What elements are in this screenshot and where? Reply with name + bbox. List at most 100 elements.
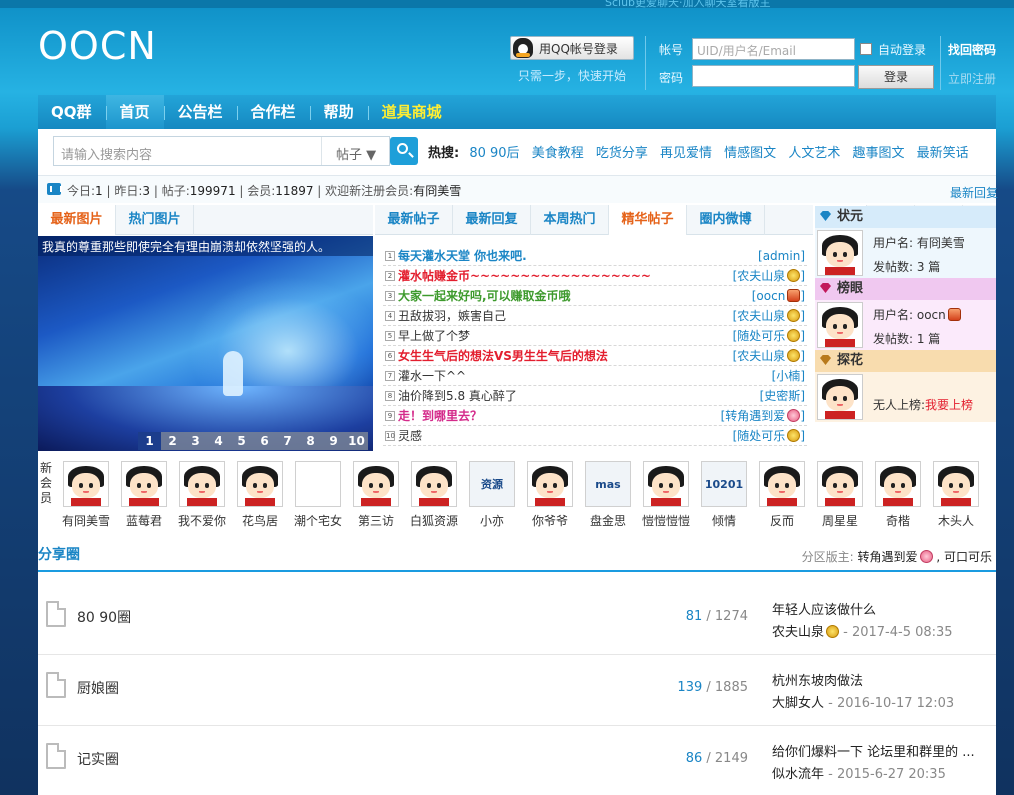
post-row[interactable]: 3 大家一起来好吗,可以赚取金币哦 [oocn] bbox=[383, 286, 807, 306]
post-row[interactable]: 1 每天灌水天堂 你也来吧. [admin] bbox=[383, 246, 807, 266]
forum-last-post[interactable]: 给你们爆料一下 论坛里和群里的 ... bbox=[772, 741, 975, 760]
member-name[interactable]: 小亦 bbox=[464, 512, 520, 529]
member-item[interactable]: 奇楷 bbox=[870, 461, 926, 529]
post-title[interactable]: 油价降到5.8 真心醉了 bbox=[398, 386, 517, 406]
tab-hot-images[interactable]: 热门图片 bbox=[116, 205, 194, 235]
author-name[interactable]: 农夫山泉 bbox=[737, 349, 785, 363]
member-name[interactable]: 白狐资源 bbox=[406, 512, 462, 529]
avatar[interactable] bbox=[817, 461, 863, 507]
moderator-link[interactable]: 转角遇到爱 bbox=[858, 550, 918, 564]
post-row[interactable]: 5 早上做了个梦 [随处可乐] bbox=[383, 326, 807, 346]
avatar[interactable] bbox=[353, 461, 399, 507]
post-author[interactable]: [oocn] bbox=[752, 286, 805, 306]
member-item[interactable]: 木头人 bbox=[928, 461, 984, 529]
post-title[interactable]: 大家一起来好吗,可以赚取金币哦 bbox=[398, 286, 571, 306]
member-name[interactable]: 第三访 bbox=[348, 512, 404, 529]
qq-login-button[interactable]: 用QQ帐号登录 bbox=[510, 36, 634, 60]
avatar[interactable] bbox=[759, 461, 805, 507]
slider-page-button[interactable]: 3 bbox=[184, 432, 207, 450]
member-item[interactable]: mas 盘金思 bbox=[580, 461, 636, 529]
hot-word[interactable]: 趣事图文 bbox=[852, 146, 904, 161]
member-item[interactable]: 愷愷愷愷 bbox=[638, 461, 694, 529]
author-name[interactable]: admin bbox=[763, 249, 801, 263]
member-name[interactable]: 有冏美雪 bbox=[58, 512, 114, 529]
post-author[interactable]: [随处可乐] bbox=[733, 326, 805, 346]
hot-word[interactable]: 人文艺术 bbox=[788, 146, 840, 161]
avatar[interactable] bbox=[179, 461, 225, 507]
avatar[interactable] bbox=[237, 461, 283, 507]
search-input[interactable]: 请输入搜索内容 bbox=[61, 144, 152, 163]
slider-page-button[interactable]: 6 bbox=[253, 432, 276, 450]
nav-item-shop[interactable]: 道具商城 bbox=[367, 95, 456, 129]
hot-word[interactable]: 再见爱情 bbox=[660, 146, 712, 161]
avatar[interactable] bbox=[817, 302, 863, 348]
post-title[interactable]: 丑敌拔羽，嫉害自己 bbox=[398, 306, 506, 326]
hot-word[interactable]: 情感图文 bbox=[724, 146, 776, 161]
nav-help[interactable]: 帮助 bbox=[309, 95, 368, 129]
post-title[interactable]: 走！到哪里去？ bbox=[398, 406, 482, 426]
hot-word[interactable]: 美食教程 bbox=[532, 146, 584, 161]
post-title[interactable]: 每天灌水天堂 你也来吧. bbox=[398, 246, 527, 266]
member-item[interactable]: 白狐资源 bbox=[406, 461, 462, 529]
author-name[interactable]: oocn bbox=[756, 289, 785, 303]
nav-cooperation[interactable]: 合作栏 bbox=[236, 95, 310, 129]
avatar[interactable] bbox=[817, 374, 863, 420]
auto-login-label[interactable]: 自动登录 bbox=[878, 41, 926, 58]
member-name[interactable]: 潮个宅女 bbox=[290, 512, 346, 529]
login-button[interactable]: 登录 bbox=[858, 65, 934, 89]
post-row[interactable]: 6 女生生气后的想法VS男生生气后的想法 [农夫山泉] bbox=[383, 346, 807, 366]
moderator-link[interactable]: , 可口可乐 bbox=[936, 550, 992, 564]
author-name[interactable]: 随处可乐 bbox=[737, 329, 785, 343]
post-title[interactable]: 灌水帖赚金币~~~~~~~~~~~~~~~~~~ bbox=[398, 266, 651, 286]
avatar[interactable] bbox=[817, 230, 863, 276]
member-name[interactable]: 木头人 bbox=[928, 512, 984, 529]
member-item[interactable]: 周星星 bbox=[812, 461, 868, 529]
search-type-select[interactable]: 帖子 ▼ bbox=[321, 137, 389, 165]
join-rank-link[interactable]: 我要上榜 bbox=[925, 398, 973, 412]
share-circle-title[interactable]: 分享圈 bbox=[38, 544, 80, 564]
slider-caption[interactable]: 我真的尊重那些即使完全有理由崩溃却依然坚强的人。 bbox=[38, 236, 373, 256]
last-user-name[interactable]: 大脚女人 bbox=[772, 696, 824, 711]
member-name[interactable]: 反而 bbox=[754, 512, 810, 529]
slider-page-button[interactable]: 4 bbox=[207, 432, 230, 450]
post-title[interactable]: 女生生气后的想法VS男生生气后的想法 bbox=[398, 346, 608, 366]
author-name[interactable]: 农夫山泉 bbox=[737, 309, 785, 323]
member-item[interactable]: 潮个宅女 bbox=[290, 461, 346, 529]
post-row[interactable]: 4 丑敌拔羽，嫉害自己 [农夫山泉] bbox=[383, 306, 807, 326]
avatar[interactable] bbox=[643, 461, 689, 507]
member-name[interactable]: 蓝莓君 bbox=[116, 512, 172, 529]
member-item[interactable]: 第三访 bbox=[348, 461, 404, 529]
password-input[interactable] bbox=[692, 65, 855, 87]
forum-name[interactable]: 80 90圈 bbox=[77, 607, 131, 627]
member-item[interactable]: 资源 小亦 bbox=[464, 461, 520, 529]
image-slider[interactable]: 我真的尊重那些即使完全有理由崩溃却依然坚强的人。 1 2 3 4 5 6 7 8 9 10 bbox=[38, 236, 373, 451]
member-name[interactable]: 盘金思 bbox=[580, 512, 636, 529]
slider-page-button[interactable]: 8 bbox=[299, 432, 322, 450]
find-password-link[interactable]: 找回密码 bbox=[948, 41, 996, 58]
slider-page-button[interactable]: 2 bbox=[161, 432, 184, 450]
member-avatar[interactable] bbox=[295, 461, 341, 507]
author-name[interactable]: 随处可乐 bbox=[737, 429, 785, 443]
forum-name[interactable]: 厨娘圈 bbox=[77, 678, 119, 698]
hot-word[interactable]: 吃货分享 bbox=[596, 146, 648, 161]
hot-word[interactable]: 80 90后 bbox=[469, 146, 519, 161]
newest-member-link[interactable]: 有冏美雪 bbox=[413, 184, 461, 198]
post-author[interactable]: [随处可乐] bbox=[733, 426, 805, 446]
post-author[interactable]: [admin] bbox=[758, 246, 805, 266]
post-author[interactable]: [农夫山泉] bbox=[733, 266, 805, 286]
tab-featured-posts[interactable]: 精华帖子 bbox=[609, 205, 687, 235]
hot-word[interactable]: 最新笑话 bbox=[917, 146, 969, 161]
latest-reply-link[interactable]: 最新回复 bbox=[950, 184, 998, 201]
register-link[interactable]: 立即注册 bbox=[948, 70, 996, 87]
last-user-name[interactable]: 似水流年 bbox=[772, 767, 824, 782]
member-name[interactable]: 花鸟居 bbox=[232, 512, 288, 529]
avatar[interactable] bbox=[121, 461, 167, 507]
post-title[interactable]: 灌水一下^^ bbox=[398, 366, 466, 386]
member-avatar[interactable]: 10201 bbox=[701, 461, 747, 507]
tab-circle-weibo[interactable]: 圈内微博 bbox=[687, 205, 765, 235]
member-item[interactable]: 你爷爷 bbox=[522, 461, 578, 529]
search-button[interactable] bbox=[390, 137, 418, 165]
author-name[interactable]: 小楠 bbox=[776, 369, 800, 383]
slider-page-button[interactable]: 1 bbox=[138, 432, 161, 450]
avatar[interactable] bbox=[527, 461, 573, 507]
